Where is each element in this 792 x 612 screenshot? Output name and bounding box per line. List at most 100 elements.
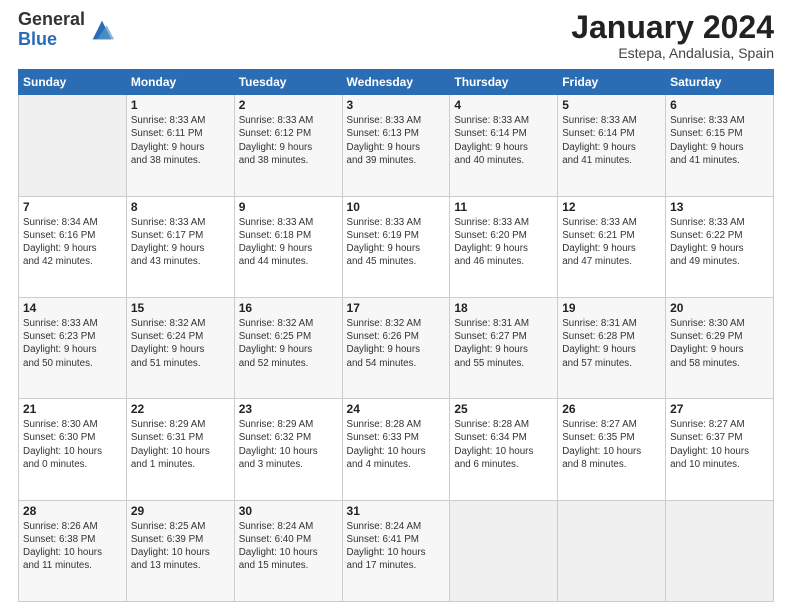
day-number: 14 [23, 301, 122, 315]
day-cell: 14 Sunrise: 8:33 AMSunset: 6:23 PMDayligh… [19, 297, 127, 398]
day-cell: 16Sunrise: 8:32 AMSunset: 6:25 PMDayligh… [234, 297, 342, 398]
day-cell: 13 Sunrise: 8:33 AMSunset: 6:22 PMDayligh… [666, 196, 774, 297]
subtitle: Estepa, Andalusia, Spain [571, 45, 774, 61]
day-cell: 11Sunrise: 8:33 AMSunset: 6:20 PMDayligh… [450, 196, 558, 297]
day-cell [558, 500, 666, 601]
day-info: Sunrise: 8:33 AMSunset: 6:13 PMDaylight:… [347, 115, 422, 166]
day-number: 3 [347, 98, 446, 112]
day-info: Sunrise: 8:28 AMSunset: 6:33 PMDaylight:… [347, 419, 426, 470]
day-cell: 18Sunrise: 8:31 AMSunset: 6:27 PMDayligh… [450, 297, 558, 398]
week-row-4: 21 Sunrise: 8:30 AMSunset: 6:30 PMDayligh… [19, 399, 774, 500]
day-cell [450, 500, 558, 601]
week-row-2: 7Sunrise: 8:34 AMSunset: 6:16 PMDaylight… [19, 196, 774, 297]
day-number: 22 [131, 402, 230, 416]
day-cell: 29 Sunrise: 8:25 AMSunset: 6:39 PMDayligh… [126, 500, 234, 601]
day-number: 31 [347, 504, 446, 518]
day-cell: 19 Sunrise: 8:31 AMSunset: 6:28 PMDayligh… [558, 297, 666, 398]
header-cell-sunday: Sunday [19, 70, 127, 95]
day-number: 12 [562, 200, 661, 214]
logo-icon [88, 16, 116, 44]
day-number: 21 [23, 402, 122, 416]
day-cell [666, 500, 774, 601]
day-cell: 30 Sunrise: 8:24 AMSunset: 6:40 PMDayligh… [234, 500, 342, 601]
logo-general: General [18, 10, 85, 30]
day-cell: 3 Sunrise: 8:33 AMSunset: 6:13 PMDaylight… [342, 95, 450, 196]
day-cell: 27 Sunrise: 8:27 AMSunset: 6:37 PMDayligh… [666, 399, 774, 500]
day-info: Sunrise: 8:33 AMSunset: 6:18 PMDaylight:… [239, 217, 314, 268]
day-cell: 22 Sunrise: 8:29 AMSunset: 6:31 PMDayligh… [126, 399, 234, 500]
day-cell: 10 Sunrise: 8:33 AMSunset: 6:19 PMDayligh… [342, 196, 450, 297]
day-cell: 5Sunrise: 8:33 AMSunset: 6:14 PMDaylight… [558, 95, 666, 196]
page: General Blue January 2024 Estepa, Andalu… [0, 0, 792, 612]
day-number: 23 [239, 402, 338, 416]
header-cell-wednesday: Wednesday [342, 70, 450, 95]
day-number: 18 [454, 301, 553, 315]
main-title: January 2024 [571, 10, 774, 45]
day-number: 29 [131, 504, 230, 518]
day-cell: 2Sunrise: 8:33 AMSunset: 6:12 PMDaylight… [234, 95, 342, 196]
day-info: Sunrise: 8:27 AMSunset: 6:35 PMDaylight:… [562, 419, 641, 470]
day-info: Sunrise: 8:31 AMSunset: 6:28 PMDaylight:… [562, 318, 637, 369]
logo: General Blue [18, 10, 116, 50]
day-number: 10 [347, 200, 446, 214]
day-cell: 1 Sunrise: 8:33 AMSunset: 6:11 PMDaylight… [126, 95, 234, 196]
day-info: Sunrise: 8:33 AMSunset: 6:21 PMDaylight:… [562, 217, 637, 268]
day-number: 19 [562, 301, 661, 315]
day-number: 13 [670, 200, 769, 214]
header-cell-friday: Friday [558, 70, 666, 95]
day-cell: 28Sunrise: 8:26 AMSunset: 6:38 PMDayligh… [19, 500, 127, 601]
day-info: Sunrise: 8:33 AMSunset: 6:14 PMDaylight:… [454, 115, 529, 166]
day-cell: 23 Sunrise: 8:29 AMSunset: 6:32 PMDayligh… [234, 399, 342, 500]
day-info: Sunrise: 8:33 AMSunset: 6:23 PMDaylight:… [23, 318, 98, 369]
day-cell: 15Sunrise: 8:32 AMSunset: 6:24 PMDayligh… [126, 297, 234, 398]
day-number: 7 [23, 200, 122, 214]
title-block: January 2024 Estepa, Andalusia, Spain [571, 10, 774, 61]
day-info: Sunrise: 8:29 AMSunset: 6:31 PMDaylight:… [131, 419, 210, 470]
day-info: Sunrise: 8:29 AMSunset: 6:32 PMDaylight:… [239, 419, 318, 470]
logo-text: General Blue [18, 10, 85, 50]
day-number: 15 [131, 301, 230, 315]
day-number: 6 [670, 98, 769, 112]
day-number: 4 [454, 98, 553, 112]
day-info: Sunrise: 8:33 AMSunset: 6:11 PMDaylight:… [131, 115, 206, 166]
header-cell-tuesday: Tuesday [234, 70, 342, 95]
day-cell: 9 Sunrise: 8:33 AMSunset: 6:18 PMDaylight… [234, 196, 342, 297]
day-info: Sunrise: 8:33 AMSunset: 6:22 PMDaylight:… [670, 217, 745, 268]
day-info: Sunrise: 8:33 AMSunset: 6:19 PMDaylight:… [347, 217, 422, 268]
day-number: 8 [131, 200, 230, 214]
day-info: Sunrise: 8:30 AMSunset: 6:29 PMDaylight:… [670, 318, 745, 369]
week-row-5: 28Sunrise: 8:26 AMSunset: 6:38 PMDayligh… [19, 500, 774, 601]
day-info: Sunrise: 8:30 AMSunset: 6:30 PMDaylight:… [23, 419, 102, 470]
day-number: 1 [131, 98, 230, 112]
day-cell: 26Sunrise: 8:27 AMSunset: 6:35 PMDayligh… [558, 399, 666, 500]
day-number: 30 [239, 504, 338, 518]
header-cell-monday: Monday [126, 70, 234, 95]
day-number: 28 [23, 504, 122, 518]
day-number: 17 [347, 301, 446, 315]
calendar-table: SundayMondayTuesdayWednesdayThursdayFrid… [18, 69, 774, 602]
day-info: Sunrise: 8:32 AMSunset: 6:26 PMDaylight:… [347, 318, 422, 369]
day-info: Sunrise: 8:28 AMSunset: 6:34 PMDaylight:… [454, 419, 533, 470]
day-info: Sunrise: 8:27 AMSunset: 6:37 PMDaylight:… [670, 419, 749, 470]
day-info: Sunrise: 8:33 AMSunset: 6:17 PMDaylight:… [131, 217, 206, 268]
day-number: 2 [239, 98, 338, 112]
logo-blue: Blue [18, 30, 85, 50]
day-cell [19, 95, 127, 196]
day-cell: 17 Sunrise: 8:32 AMSunset: 6:26 PMDayligh… [342, 297, 450, 398]
day-info: Sunrise: 8:24 AMSunset: 6:40 PMDaylight:… [239, 521, 318, 572]
day-cell: 8 Sunrise: 8:33 AMSunset: 6:17 PMDaylight… [126, 196, 234, 297]
day-info: Sunrise: 8:33 AMSunset: 6:14 PMDaylight:… [562, 115, 637, 166]
week-row-1: 1 Sunrise: 8:33 AMSunset: 6:11 PMDaylight… [19, 95, 774, 196]
day-info: Sunrise: 8:33 AMSunset: 6:20 PMDaylight:… [454, 217, 529, 268]
day-info: Sunrise: 8:33 AMSunset: 6:15 PMDaylight:… [670, 115, 745, 166]
day-info: Sunrise: 8:24 AMSunset: 6:41 PMDaylight:… [347, 521, 426, 572]
day-cell: 4 Sunrise: 8:33 AMSunset: 6:14 PMDaylight… [450, 95, 558, 196]
header: General Blue January 2024 Estepa, Andalu… [18, 10, 774, 61]
day-info: Sunrise: 8:25 AMSunset: 6:39 PMDaylight:… [131, 521, 210, 572]
week-row-3: 14 Sunrise: 8:33 AMSunset: 6:23 PMDayligh… [19, 297, 774, 398]
day-cell: 20Sunrise: 8:30 AMSunset: 6:29 PMDayligh… [666, 297, 774, 398]
day-number: 25 [454, 402, 553, 416]
day-cell: 24Sunrise: 8:28 AMSunset: 6:33 PMDayligh… [342, 399, 450, 500]
day-number: 27 [670, 402, 769, 416]
day-number: 9 [239, 200, 338, 214]
